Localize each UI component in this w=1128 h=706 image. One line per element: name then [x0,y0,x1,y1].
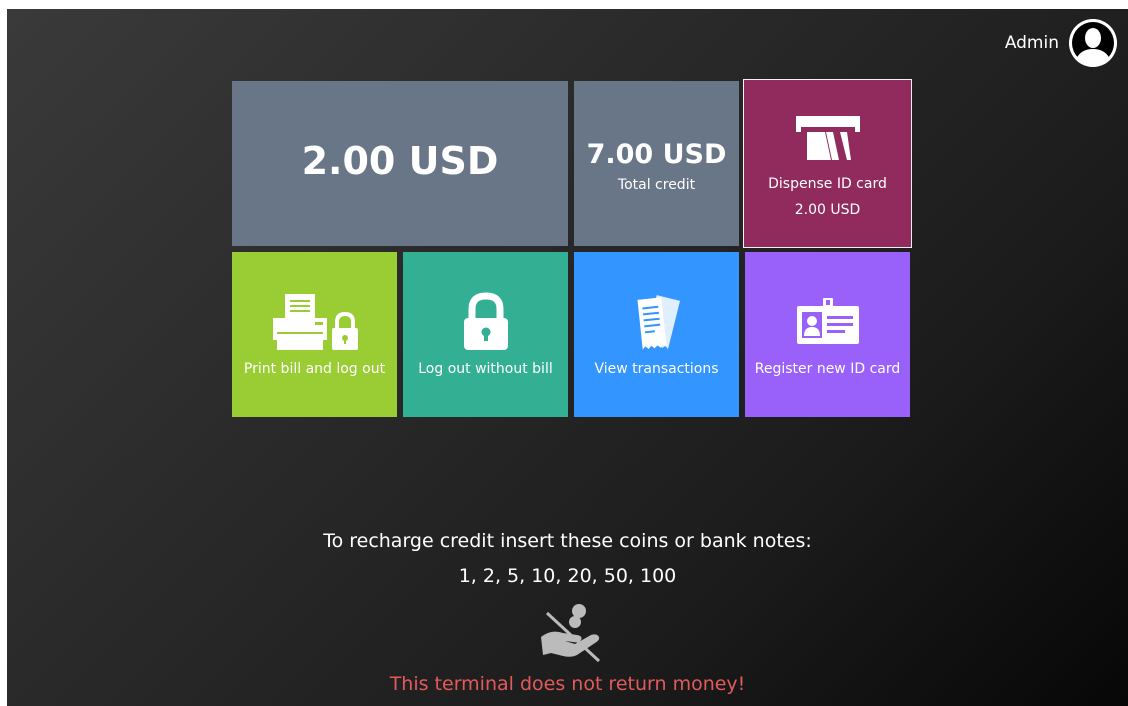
user-name: Admin [1004,33,1059,53]
printer-lock-icon [271,292,359,356]
accepted-denominations: 1, 2, 5, 10, 20, 50, 100 [458,565,677,587]
dispense-id-card-button[interactable]: Dispense ID card 2.00 USD [743,79,912,248]
user-menu[interactable]: Admin [1005,19,1117,67]
receipts-icon [632,294,682,356]
id-card-icon [795,296,861,350]
logout-without-bill-button[interactable]: Log out without bill [403,252,568,417]
recharge-instructions: To recharge credit insert these coins or… [323,530,812,552]
current-amount-tile: 2.00 USD [232,81,568,246]
logout-without-bill-label: Log out without bill [418,361,553,377]
dispense-id-card-price: 2.00 USD [794,202,861,218]
print-bill-logout-button[interactable]: Print bill and log out [232,252,397,417]
lock-icon [462,292,510,356]
user-avatar-icon[interactable] [1069,19,1117,67]
current-amount-value: 2.00 USD [301,139,499,183]
no-money-return-icon [537,603,603,667]
view-transactions-button[interactable]: View transactions [574,252,739,417]
print-bill-logout-label: Print bill and log out [243,361,386,377]
total-credit-tile: 7.00 USD Total credit [574,81,739,246]
view-transactions-label: View transactions [594,361,719,377]
card-dispenser-icon [795,114,861,168]
kiosk-screen: Admin 2.00 USD 7.00 USD Total credit Dis… [7,9,1128,706]
dispense-id-card-label: Dispense ID card [768,176,887,192]
no-return-warning: This terminal does not return money! [389,673,746,695]
register-id-card-button[interactable]: Register new ID card [745,252,910,417]
total-credit-label: Total credit [617,177,696,193]
register-id-card-label: Register new ID card [754,361,901,377]
total-credit-value: 7.00 USD [586,139,727,170]
